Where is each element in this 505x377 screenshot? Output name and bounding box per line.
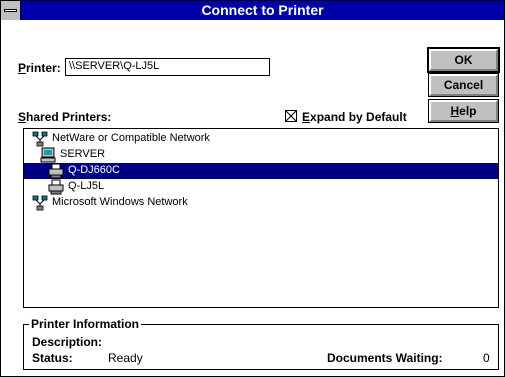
help-label: elp	[459, 104, 477, 118]
tree-item-label: SERVER	[60, 148, 106, 160]
window-title: Connect to Printer	[201, 2, 324, 18]
documents-waiting-label: Documents Waiting:	[327, 351, 443, 365]
expand-by-default-checkbox[interactable]	[285, 110, 297, 122]
network-icon	[32, 131, 48, 147]
printer-information-title: Printer Information	[29, 317, 142, 331]
expand-label-text: xpand by Default	[310, 110, 407, 124]
ok-button[interactable]: OK	[427, 47, 500, 73]
status-value: Ready	[108, 351, 143, 365]
printer-label-mnemonic: P	[18, 61, 27, 75]
printer-label: Printer:	[18, 61, 61, 75]
printer-label-text: rinter:	[26, 61, 61, 75]
tree-item-label: Q-DJ660C	[68, 164, 120, 176]
checkmark-icon	[286, 111, 296, 121]
shared-printers-label: Shared Printers:	[18, 110, 111, 124]
documents-waiting-value: 0	[483, 351, 490, 365]
connect-to-printer-dialog: Connect to Printer Printer: \\SERVER\Q-L…	[0, 0, 505, 377]
printer-input[interactable]: \\SERVER\Q-LJ5L	[65, 58, 270, 76]
tree-item-label: Microsoft Windows Network	[52, 196, 188, 208]
tree-item-server[interactable]: SERVER	[24, 147, 498, 163]
expand-mnemonic: E	[302, 110, 311, 124]
tree-item-label: NetWare or Compatible Network	[52, 132, 210, 144]
printer-icon	[48, 179, 64, 195]
help-button[interactable]: Help	[428, 99, 499, 123]
system-menu-icon	[4, 9, 17, 12]
shared-printers-list[interactable]: NetWare or Compatible Network SERVER Q-D…	[23, 128, 499, 308]
expand-by-default-label[interactable]: Expand by Default	[302, 110, 407, 124]
title-bar[interactable]: Connect to Printer	[1, 1, 504, 20]
status-label: Status:	[32, 351, 73, 365]
system-menu-button[interactable]	[1, 1, 21, 20]
tree-item-q-lj5l[interactable]: Q-LJ5L	[24, 179, 498, 195]
description-label: Description:	[32, 335, 103, 349]
printer-input-value: \\SERVER\Q-LJ5L	[69, 60, 160, 72]
tree-item-microsoft-windows-network[interactable]: Microsoft Windows Network	[24, 195, 498, 211]
cancel-button[interactable]: Cancel	[428, 73, 499, 97]
shared-printers-text: hared Printers:	[26, 110, 112, 124]
tree-item-label: Q-LJ5L	[68, 180, 105, 192]
tree-item-netware[interactable]: NetWare or Compatible Network	[24, 131, 498, 147]
help-mnemonic: H	[450, 104, 460, 118]
server-icon	[40, 147, 56, 163]
shared-printers-mnemonic: S	[18, 110, 27, 124]
printer-icon	[48, 163, 64, 179]
tree-item-q-dj660c[interactable]: Q-DJ660C	[24, 163, 498, 179]
network-icon	[32, 195, 48, 211]
